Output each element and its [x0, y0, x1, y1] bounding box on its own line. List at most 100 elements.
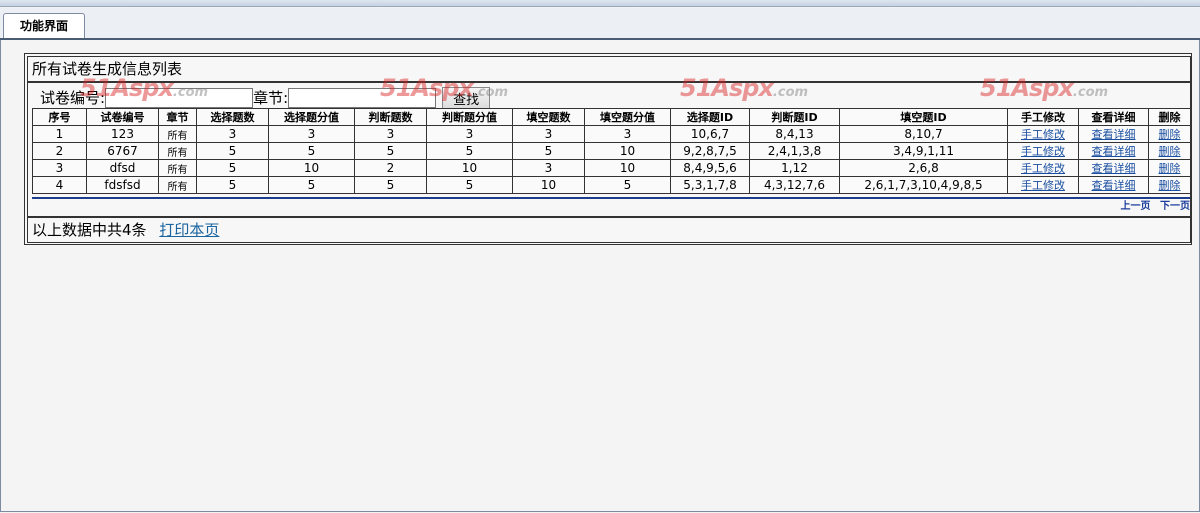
prev-page-link[interactable]: 上一页 [1121, 201, 1151, 212]
cell-paper-number: fdsfsd [86, 176, 159, 194]
cell-paper-number: 123 [86, 125, 159, 143]
table-row: 4 fdsfsd 所有 5 5 5 5 10 5 5,3,1,7,8 4,3,1… [32, 176, 1191, 194]
col-header-choice-count: 选择题数 [196, 108, 269, 126]
manual-edit-link[interactable]: 手工修改 [1021, 145, 1065, 158]
cell-judge-count: 2 [354, 159, 427, 177]
cell-index: 2 [32, 142, 87, 160]
cell-fill-count: 3 [512, 125, 585, 143]
cell-manual-edit: 手工修改 [1007, 176, 1079, 194]
view-detail-link[interactable]: 查看详细 [1092, 145, 1136, 158]
col-header-choice-ids: 选择题ID [670, 108, 750, 126]
paper-table: 序号 试卷编号 章节 选择题数 选择题分值 判断题数 判断题分值 填空题数 填空… [32, 108, 1191, 194]
cell-fill-ids: 3,4,9,1,11 [839, 142, 1008, 160]
cell-chapter: 所有 [158, 176, 197, 194]
cell-choice-ids: 5,3,1,7,8 [670, 176, 750, 194]
cell-choice-count: 3 [196, 125, 269, 143]
cell-judge-ids: 1,12 [749, 159, 840, 177]
cell-choice-count: 5 [196, 159, 269, 177]
col-header-judge-count: 判断题数 [354, 108, 427, 126]
manual-edit-link[interactable]: 手工修改 [1021, 179, 1065, 192]
cell-choice-score: 3 [268, 125, 355, 143]
cell-judge-ids: 4,3,12,7,6 [749, 176, 840, 194]
cell-choice-ids: 9,2,8,7,5 [670, 142, 750, 160]
cell-manual-edit: 手工修改 [1007, 142, 1079, 160]
cell-fill-ids: 8,10,7 [839, 125, 1008, 143]
cell-choice-score: 5 [268, 176, 355, 194]
table-row: 2 6767 所有 5 5 5 5 5 10 9,2,8,7,5 2,4,1,3… [32, 142, 1191, 160]
cell-fill-count: 3 [512, 159, 585, 177]
cell-index: 3 [32, 159, 87, 177]
cell-delete: 删除 [1148, 176, 1191, 194]
view-detail-link[interactable]: 查看详细 [1092, 128, 1136, 141]
pager: 上一页 下一页 [32, 197, 1190, 215]
col-header-delete: 删除 [1148, 108, 1191, 126]
col-header-view-detail: 查看详细 [1078, 108, 1149, 126]
cell-view-detail: 查看详细 [1078, 176, 1149, 194]
cell-choice-ids: 8,4,9,5,6 [670, 159, 750, 177]
view-detail-link[interactable]: 查看详细 [1092, 179, 1136, 192]
cell-judge-ids: 8,4,13 [749, 125, 840, 143]
cell-manual-edit: 手工修改 [1007, 159, 1079, 177]
cell-fill-count: 5 [512, 142, 585, 160]
cell-fill-count: 10 [512, 176, 585, 194]
manual-edit-link[interactable]: 手工修改 [1021, 128, 1065, 141]
paper-number-label: 试卷编号: [40, 88, 106, 107]
search-bar: 试卷编号: 章节: 查找 [40, 86, 491, 109]
cell-index: 1 [32, 125, 87, 143]
view-detail-link[interactable]: 查看详细 [1092, 162, 1136, 175]
cell-manual-edit: 手工修改 [1007, 125, 1079, 143]
cell-fill-score: 5 [584, 176, 671, 194]
cell-fill-ids: 2,6,8 [839, 159, 1008, 177]
cell-paper-number: 6767 [86, 142, 159, 160]
cell-view-detail: 查看详细 [1078, 142, 1149, 160]
record-count-text: 以上数据中共4条 [32, 221, 147, 239]
table-row: 1 123 所有 3 3 3 3 3 3 10,6,7 8,4,13 8,10,… [32, 125, 1191, 143]
cell-view-detail: 查看详细 [1078, 125, 1149, 143]
cell-fill-score: 10 [584, 159, 671, 177]
col-header-manual-edit: 手工修改 [1007, 108, 1079, 126]
cell-judge-score: 3 [426, 125, 513, 143]
cell-judge-score: 5 [426, 142, 513, 160]
cell-chapter: 所有 [158, 159, 197, 177]
col-header-fill-ids: 填空题ID [839, 108, 1008, 126]
cell-choice-ids: 10,6,7 [670, 125, 750, 143]
cell-index: 4 [32, 176, 87, 194]
content-box: 试卷编号: 章节: 查找 序号 试卷编号 章节 选择题数 选择题分值 判断题数 … [27, 82, 1191, 217]
col-header-judge-score: 判断题分值 [426, 108, 513, 126]
tab-strip: 功能界面 [0, 8, 1200, 40]
col-header-fill-count: 填空题数 [512, 108, 585, 126]
cell-judge-count: 5 [354, 176, 427, 194]
main-panel: 所有试卷生成信息列表 试卷编号: 章节: 查找 序号 试卷编号 章节 选择题数 … [0, 40, 1200, 512]
next-page-link[interactable]: 下一页 [1160, 201, 1190, 212]
chapter-label: 章节: [253, 88, 289, 107]
top-chrome-bar [0, 0, 1200, 7]
cell-judge-ids: 2,4,1,3,8 [749, 142, 840, 160]
panel-title: 所有试卷生成信息列表 [27, 56, 1191, 82]
delete-link[interactable]: 删除 [1159, 162, 1181, 175]
col-header-index: 序号 [32, 108, 87, 126]
delete-link[interactable]: 删除 [1159, 145, 1181, 158]
cell-delete: 删除 [1148, 125, 1191, 143]
manual-edit-link[interactable]: 手工修改 [1021, 162, 1065, 175]
cell-choice-score: 10 [268, 159, 355, 177]
table-header-row: 序号 试卷编号 章节 选择题数 选择题分值 判断题数 判断题分值 填空题数 填空… [32, 108, 1191, 126]
chapter-input[interactable] [288, 87, 437, 108]
delete-link[interactable]: 删除 [1159, 128, 1181, 141]
cell-choice-count: 5 [196, 176, 269, 194]
cell-chapter: 所有 [158, 142, 197, 160]
col-header-judge-ids: 判断题ID [749, 108, 840, 126]
cell-view-detail: 查看详细 [1078, 159, 1149, 177]
col-header-paper-number: 试卷编号 [86, 108, 159, 126]
cell-fill-score: 10 [584, 142, 671, 160]
paper-list-frame: 所有试卷生成信息列表 试卷编号: 章节: 查找 序号 试卷编号 章节 选择题数 … [24, 53, 1192, 245]
footer-bar: 以上数据中共4条 打印本页 [27, 217, 1191, 243]
cell-fill-score: 3 [584, 125, 671, 143]
print-page-link[interactable]: 打印本页 [159, 221, 219, 239]
search-button[interactable]: 查找 [442, 86, 491, 109]
delete-link[interactable]: 删除 [1159, 179, 1181, 192]
cell-delete: 删除 [1148, 142, 1191, 160]
paper-number-input[interactable] [105, 87, 254, 108]
col-header-fill-score: 填空题分值 [584, 108, 671, 126]
cell-choice-score: 5 [268, 142, 355, 160]
tab-function-ui[interactable]: 功能界面 [3, 13, 85, 38]
